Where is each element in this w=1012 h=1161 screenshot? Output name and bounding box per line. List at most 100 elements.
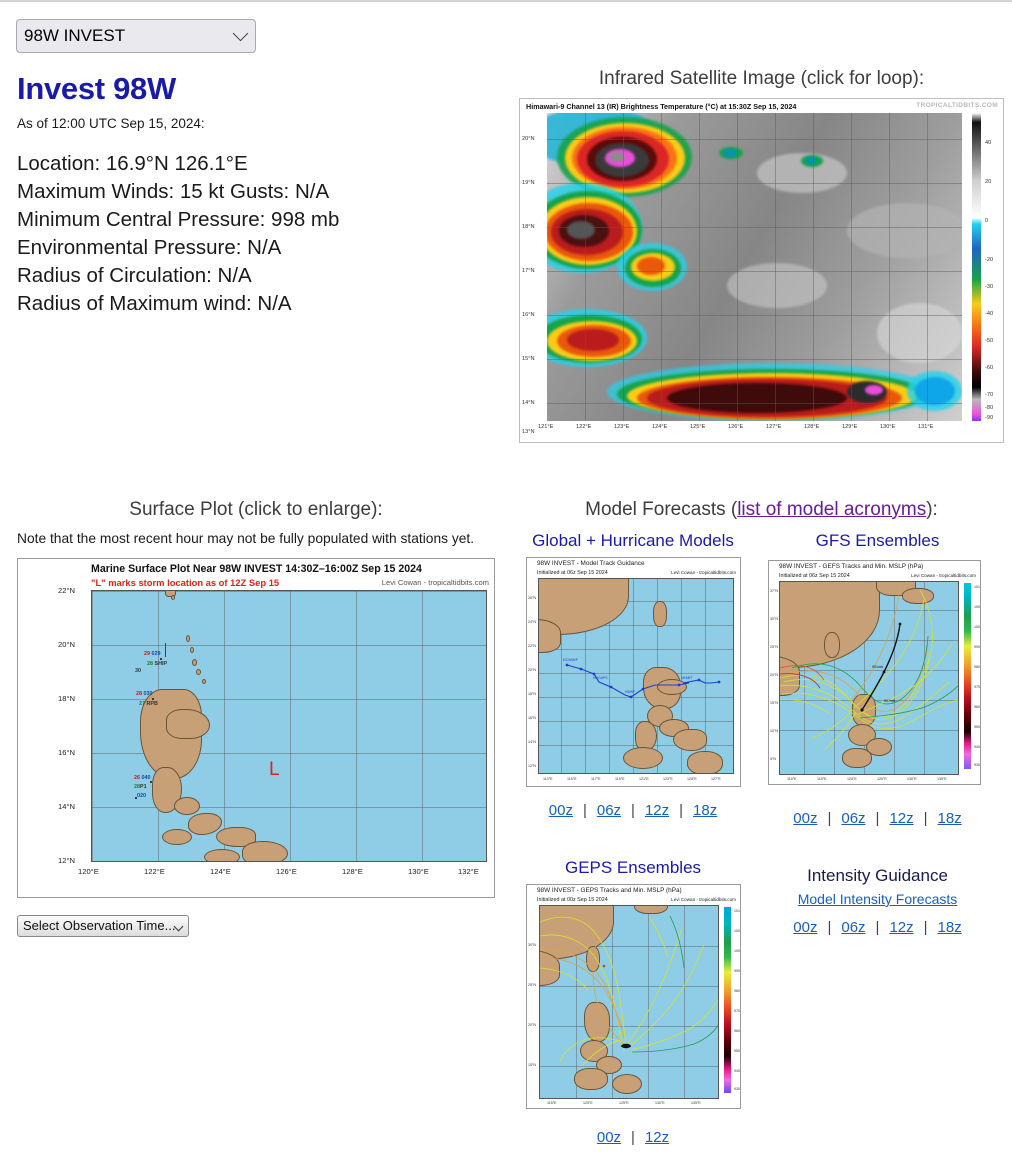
surface-plot-map: L 29 029 28 SHIP 30 28 030 27 RPB 26 040… <box>91 590 487 862</box>
link-06z[interactable]: 06z <box>841 919 865 936</box>
chart-xtick: 125°E <box>877 777 887 781</box>
sat-xtick: 124°E <box>652 424 668 430</box>
intensity-guidance-title: Intensity Guidance <box>807 866 948 885</box>
satellite-caption: Himawari-9 Channel 13 (IR) Brightness Te… <box>526 102 797 111</box>
chart-xtick: 120°E <box>847 777 857 781</box>
chevron-down-icon <box>232 25 249 42</box>
model-track-guidance-chart[interactable]: 98W INVEST - Model Track Guidance Initia… <box>526 557 741 787</box>
model-forecasts-suffix: ): <box>926 499 938 520</box>
satellite-heading: Infrared Satellite Image (click for loop… <box>598 68 925 89</box>
chart-xtick: 115°E <box>547 1101 557 1105</box>
surface-plot-note: Note that the most recent hour may not b… <box>17 531 475 546</box>
link-06z[interactable]: 06z <box>841 810 865 827</box>
sat-ytick: 19°N <box>522 180 535 186</box>
as-of-timestamp: As of 12:00 UTC Sep 15, 2024: <box>17 116 205 131</box>
fact-location: Location: 16.9°N 126.1°E <box>17 152 248 175</box>
chart-cbtick: 990 <box>734 969 740 973</box>
model-forecasts-prefix: Model Forecasts ( <box>585 499 738 520</box>
chart-ytick: 30°N <box>770 617 779 621</box>
chart-xtick: 135°E <box>937 777 947 781</box>
intensity-link-row: 00z | 06z | 12z | 18z <box>793 919 962 936</box>
link-06z[interactable]: 06z <box>597 802 621 819</box>
surface-xtick: 120°E <box>78 867 99 876</box>
chart-ytick: 14°N <box>528 740 537 744</box>
geps-link-row: 00z | 12z <box>596 1129 670 1146</box>
chart-cbtick: 960 <box>734 1029 740 1033</box>
chart-colorbar-gradient <box>964 583 971 769</box>
global-models-link-row: 00z | 06z | 12z | 18z <box>548 802 718 819</box>
link-00z[interactable]: 00z <box>793 919 817 936</box>
observation-time-selector[interactable]: Select Observation Time... <box>17 915 189 937</box>
model-acronyms-link[interactable]: list of model acronyms <box>737 499 926 520</box>
link-12z[interactable]: 12z <box>645 802 669 819</box>
model-intensity-forecasts-link[interactable]: Model Intensity Forecasts <box>798 891 958 907</box>
link-00z[interactable]: 00z <box>597 1129 621 1146</box>
chart-ytick: 26°N <box>528 596 537 600</box>
storm-selector[interactable]: 98W INVEST <box>16 19 256 53</box>
link-18z[interactable]: 18z <box>938 810 962 827</box>
link-12z[interactable]: 12z <box>645 1129 669 1146</box>
chart-xtick: 125°E <box>687 777 697 781</box>
link-18z[interactable]: 18z <box>693 802 717 819</box>
ensemble-track-lines <box>540 915 718 1067</box>
sat-cbtick: -30 <box>985 284 994 290</box>
svg-text:991mb: 991mb <box>872 665 883 669</box>
surface-ytick: 22°N <box>58 586 75 595</box>
chart-colorbar <box>724 907 731 1093</box>
chart-xtick: 115°E <box>567 777 577 781</box>
chart-cbtick: 980 <box>974 665 980 669</box>
model-track-lines: ECMWF NOGAPS HWRF UKMET <box>563 657 721 699</box>
ensemble-track-lines: 991mb 997mb <box>780 587 958 751</box>
link-12z[interactable]: 12z <box>889 919 913 936</box>
geps-tracks-chart[interactable]: 98W INVEST - GEPS Tracks and Min. MSLP (… <box>526 884 741 1109</box>
sat-xtick: 131°E <box>918 424 934 430</box>
link-00z[interactable]: 00z <box>549 802 573 819</box>
chart-subcaption: Initialized at 06z Sep 15 2024 <box>537 570 608 576</box>
surface-plot-subcaption: "L" marks storm location as of 12Z Sep 1… <box>91 577 280 588</box>
svg-text:UKMET: UKMET <box>681 676 693 680</box>
surface-plot-image[interactable]: Marine Surface Plot Near 98W INVEST 14:3… <box>17 558 495 898</box>
chart-cbtick: 1000 <box>974 625 980 629</box>
surface-xtick: 122°E <box>144 867 165 876</box>
fact-radius-max-wind: Radius of Maximum wind: N/A <box>17 292 292 315</box>
link-12z[interactable]: 12z <box>889 810 913 827</box>
sat-xtick: 128°E <box>804 424 820 430</box>
storm-facts: Location: 16.9°N 126.1°E Maximum Winds: … <box>17 150 339 318</box>
chart-ytick: 25°N <box>528 983 537 987</box>
chart-ytick: 5°N <box>770 757 777 761</box>
chart-credit: Levi Cowan - tropicaltidbits.com <box>671 897 736 902</box>
chart-cbtick: 970 <box>974 685 980 689</box>
link-00z[interactable]: 00z <box>793 810 817 827</box>
chart-ytick: 15°N <box>528 1063 537 1067</box>
sat-ytick: 16°N <box>522 312 535 318</box>
chart-ytick: 24°N <box>528 620 537 624</box>
chart-cbtick: 980 <box>734 989 740 993</box>
chart-ytick: 15°N <box>770 701 779 705</box>
chart-xtick: 130°E <box>907 777 917 781</box>
sat-ytick: 13°N <box>522 429 535 435</box>
infrared-satellite-image[interactable]: Himawari-9 Channel 13 (IR) Brightness Te… <box>519 98 1004 443</box>
surface-xtick: 130°E <box>408 867 429 876</box>
chart-cbtick: 950 <box>974 725 980 729</box>
chart-cbtick: 990 <box>974 645 980 649</box>
chart-cbtick: 940 <box>974 745 980 749</box>
sat-xtick: 123°E <box>614 424 630 430</box>
chart-xtick: 121°E <box>639 777 649 781</box>
sat-xtick: 126°E <box>728 424 744 430</box>
chart-ytick: 20°N <box>528 1023 537 1027</box>
sat-xtick: 121°E <box>538 424 554 430</box>
link-18z[interactable]: 18z <box>938 919 962 936</box>
sat-xtick: 127°E <box>766 424 782 430</box>
chart-ytick: 25°N <box>770 645 779 649</box>
gefs-tracks-chart[interactable]: 98W INVEST - GEFS Tracks and Min. MSLP (… <box>768 560 981 785</box>
chart-xtick: 125°E <box>619 1101 629 1105</box>
sat-cbtick: -80 <box>985 405 994 411</box>
chart-credit: Levi Cowan - tropicaltidbits.com <box>911 573 976 578</box>
geps-ensembles-title: GEPS Ensembles <box>564 858 702 877</box>
sat-cbtick: -70 <box>985 392 994 398</box>
storm-low-marker: L <box>269 759 280 780</box>
chart-cbtick: 1010 <box>974 585 980 589</box>
top-divider <box>0 0 1012 2</box>
chart-cbtick: 940 <box>734 1069 740 1073</box>
chart-xtick: 127°E <box>711 777 721 781</box>
